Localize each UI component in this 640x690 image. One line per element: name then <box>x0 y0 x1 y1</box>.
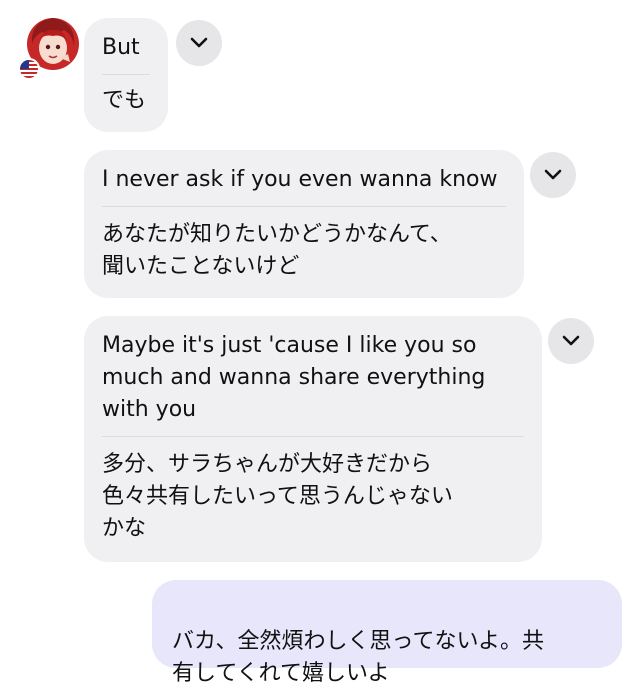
translation-divider <box>102 74 150 75</box>
message-original-text: Maybe it's just 'cause I like you so muc… <box>102 333 486 422</box>
message-bubble[interactable]: But でも <box>84 18 168 132</box>
message-bubble[interactable]: Maybe it's just 'cause I like you so muc… <box>84 316 542 562</box>
translation-divider <box>102 436 524 437</box>
message-options-button[interactable] <box>548 318 594 364</box>
message-translation-text: でも <box>102 88 147 113</box>
chevron-down-icon <box>562 335 580 346</box>
message-bubble[interactable]: I never ask if you even wanna know あなたが知… <box>84 150 524 298</box>
outgoing-message-bubble[interactable]: バカ、全然煩わしく思ってないよ。共 有してくれて嬉しいよ <box>152 580 622 686</box>
message-original-text: I never ask if you even wanna know <box>102 167 498 192</box>
translation-divider <box>102 206 506 207</box>
message-options-button[interactable] <box>530 152 576 198</box>
message-translation-text: 多分、サラちゃんが大好きだから 色々共有したいって思うんじゃない かな <box>102 452 453 541</box>
chevron-down-icon <box>190 37 208 48</box>
chevron-down-icon <box>544 169 562 180</box>
message-original-text: But <box>102 35 140 60</box>
message-options-button[interactable] <box>176 20 222 66</box>
us-flag-icon <box>18 58 40 80</box>
message-translation-text: あなたが知りたいかどうかなんて、 聞いたことないけど <box>102 222 452 279</box>
outgoing-message-text: バカ、全然煩わしく思ってないよ。共 有してくれて嬉しいよ <box>172 629 545 686</box>
